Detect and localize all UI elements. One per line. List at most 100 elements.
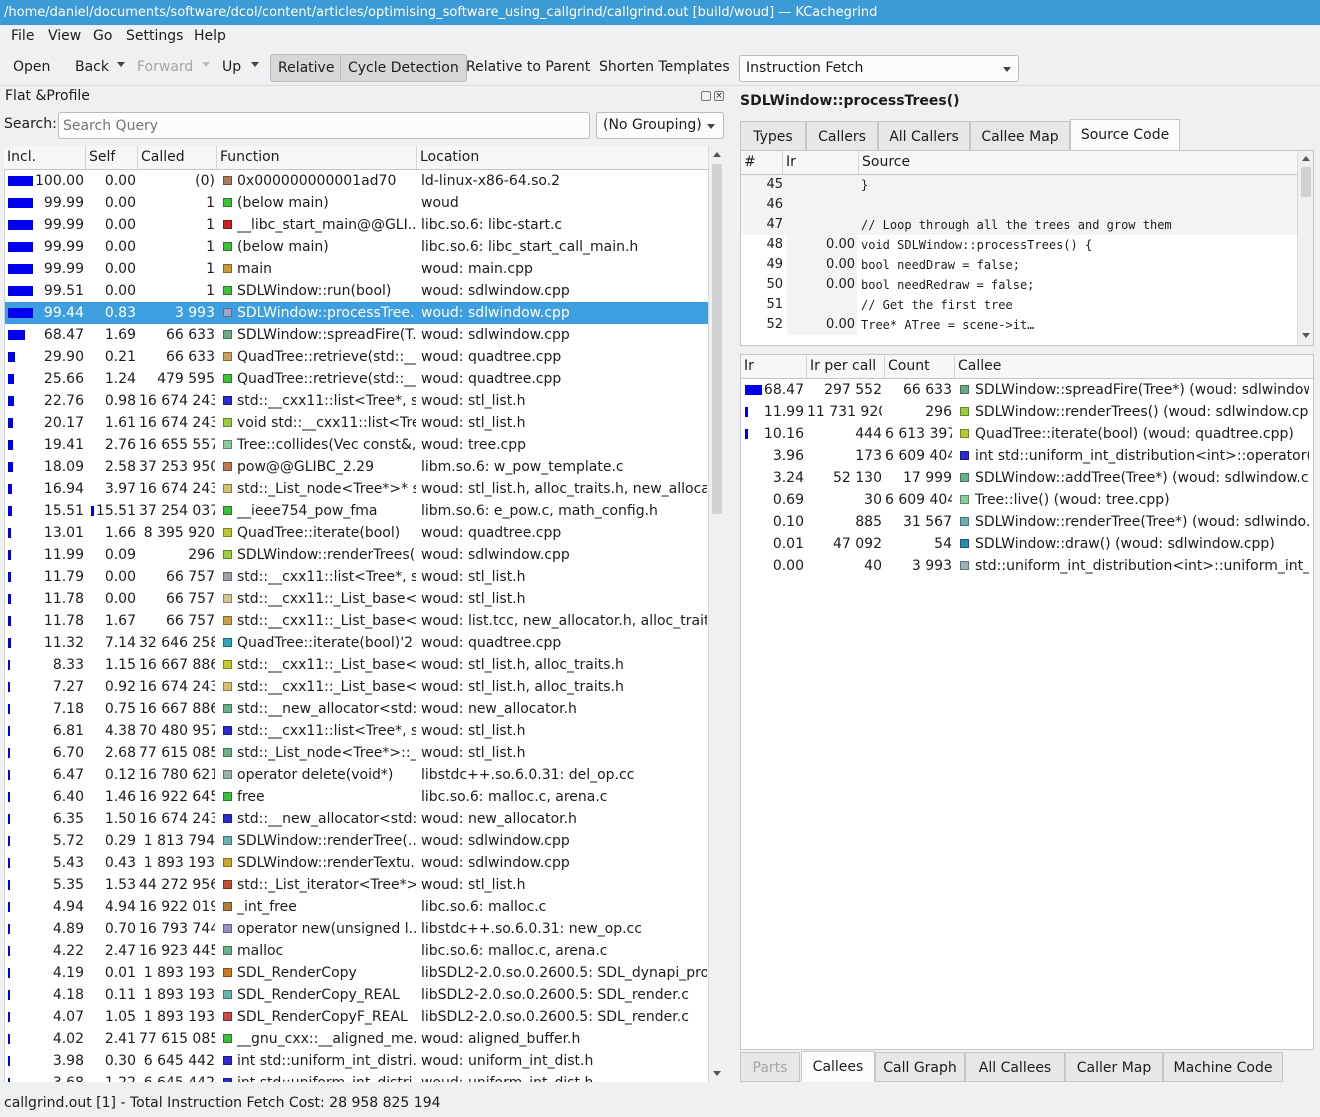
shorten-templates-toggle[interactable]: Shorten Templates: [595, 54, 734, 82]
table-row[interactable]: 6.81 4.38 70 480 957 std::__cxx11::list<Tre…: [5, 720, 708, 742]
callee-row[interactable]: 0.01 47 092 54 SDLWindow::draw() (woud: sdl…: [741, 533, 1313, 555]
up-button[interactable]: Up: [218, 54, 245, 82]
callee-row[interactable]: 3.24 52 130 17 999 SDLWindow::addTree(Tree*…: [741, 467, 1313, 489]
col-self[interactable]: Self: [86, 146, 138, 169]
col-ir[interactable]: Ir: [741, 355, 807, 378]
table-row[interactable]: 4.18 0.11 1 893 193 SDL_RenderCopy_REAL libS…: [5, 984, 708, 1006]
col-ir[interactable]: Ir: [783, 151, 859, 174]
source-line[interactable]: 45}: [741, 175, 1297, 195]
open-button[interactable]: Open: [9, 54, 54, 82]
table-row[interactable]: 7.27 0.92 16 674 243 std::__cxx11::_List_ba…: [5, 676, 708, 698]
tab-caller-map[interactable]: Caller Map: [1065, 1052, 1163, 1082]
up-dropdown-icon[interactable]: [251, 62, 259, 67]
table-row[interactable]: 99.99 0.00 1 __libc_start_main@@GLI... libc.…: [5, 214, 708, 236]
tab-callers[interactable]: Callers: [806, 121, 878, 151]
tab-types[interactable]: Types: [740, 121, 806, 151]
table-row[interactable]: 3.681.226 645 442 int std::uniform_int_di…: [5, 1072, 708, 1082]
table-row[interactable]: 11.78 1.67 66 757 std::__cxx11::_List_base<…: [5, 610, 708, 632]
col-function[interactable]: Function: [217, 146, 417, 169]
table-row[interactable]: 22.76 0.98 16 674 243 std::__cxx11::list<Tr…: [5, 390, 708, 412]
table-row[interactable]: 4.89 0.70 16 793 744 operator new(unsigned …: [5, 918, 708, 940]
event-type-select[interactable]: Instruction Fetch: [739, 55, 1019, 82]
table-row[interactable]: 99.44 0.83 3 993 SDLWindow::processTree... w…: [5, 302, 708, 324]
table-row[interactable]: 13.01 1.66 8 395 920 QuadTree::iterate(bool…: [5, 522, 708, 544]
table-row[interactable]: 25.66 1.24 479 595 QuadTree::retrieve(std::…: [5, 368, 708, 390]
table-row[interactable]: 4.02 2.41 77 615 085 __gnu_cxx::__aligned_m…: [5, 1028, 708, 1050]
callee-row[interactable]: 68.47 297 552 66 633 SDLWindow::spreadFire(…: [741, 379, 1313, 401]
source-line[interactable]: 51 // Get the first tree: [741, 295, 1297, 315]
tab-all-callees[interactable]: All Callees: [965, 1052, 1065, 1082]
tab-callee-map[interactable]: Callee Map: [970, 121, 1070, 151]
table-row[interactable]: 4.07 1.05 1 893 193 SDL_RenderCopyF_REAL lib…: [5, 1006, 708, 1028]
scroll-down-icon[interactable]: [1302, 333, 1310, 338]
table-row[interactable]: 4.19 0.01 1 893 193 SDL_RenderCopy libSDL2-2…: [5, 962, 708, 984]
callee-row[interactable]: 10.16 444 6 613 397 QuadTree::iterate(bool)…: [741, 423, 1313, 445]
back-button[interactable]: Back: [71, 54, 113, 82]
menu-view[interactable]: View: [48, 28, 81, 44]
callee-row[interactable]: 11.99 11 731 920 296 SDLWindow::renderTrees…: [741, 401, 1313, 423]
col-incl[interactable]: Incl.: [4, 146, 86, 169]
table-row[interactable]: 18.09 2.58 37 253 950 pow@@GLIBC_2.29 libm.s…: [5, 456, 708, 478]
table-row[interactable]: 16.94 3.97 16 674 243 std::_List_node<Tree*…: [5, 478, 708, 500]
table-row[interactable]: 6.35 1.50 16 674 243 std::__new_allocator<s…: [5, 808, 708, 830]
float-panel-icon[interactable]: [701, 91, 711, 101]
menu-go[interactable]: Go: [93, 28, 112, 44]
table-row[interactable]: 20.17 1.61 16 674 243 void std::__cxx11::li…: [5, 412, 708, 434]
scroll-up-icon[interactable]: [713, 152, 721, 157]
table-row[interactable]: 19.41 2.76 16 655 557 Tree::collides(Vec co…: [5, 434, 708, 456]
table-row[interactable]: 99.99 0.00 1 main woud: main.cpp: [5, 258, 708, 280]
table-row[interactable]: 5.72 0.29 1 813 794 SDLWindow::renderTree(.…: [5, 830, 708, 852]
table-row[interactable]: 8.33 1.15 16 667 886 std::__cxx11::_List_ba…: [5, 654, 708, 676]
relative-toggle[interactable]: Relative: [270, 54, 343, 82]
table-row[interactable]: 68.47 1.69 66 633 SDLWindow::spreadFire(T..…: [5, 324, 708, 346]
source-line[interactable]: 52 0.00 Tree* ATree = scene->it…: [741, 315, 1297, 335]
source-scrollbar[interactable]: [1297, 151, 1313, 345]
table-row[interactable]: 4.22 2.47 16 923 445 malloc libc.so.6: mallo…: [5, 940, 708, 962]
relative-to-parent-toggle[interactable]: Relative to Parent: [462, 54, 594, 82]
tab-machine-code[interactable]: Machine Code: [1163, 1052, 1283, 1082]
table-row[interactable]: 99.99 0.00 1 (below main) woud: [5, 192, 708, 214]
source-line[interactable]: 46: [741, 195, 1297, 215]
col-location[interactable]: Location: [417, 146, 708, 169]
search-input[interactable]: [58, 112, 590, 139]
scroll-down-icon[interactable]: [713, 1071, 721, 1076]
col-ir-per-call[interactable]: Ir per call: [807, 355, 885, 378]
source-line[interactable]: 50 0.00 bool needRedraw = false;: [741, 275, 1297, 295]
tab-source-code[interactable]: Source Code: [1070, 119, 1180, 151]
tab-call-graph[interactable]: Call Graph: [875, 1052, 965, 1082]
table-row[interactable]: 6.70 2.68 77 615 085 std::_List_node<Tree*>…: [5, 742, 708, 764]
table-row[interactable]: 100.00 0.00 (0) 0x000000000001ad70 ld-linux-…: [5, 170, 708, 192]
table-row[interactable]: 11.99 0.09 296 SDLWindow::renderTrees() woud…: [5, 544, 708, 566]
table-row[interactable]: 11.79 0.00 66 757 std::__cxx11::list<Tree*,…: [5, 566, 708, 588]
col-called[interactable]: Called: [138, 146, 217, 169]
grouping-select[interactable]: (No Grouping): [596, 112, 724, 139]
scrollbar-thumb[interactable]: [1301, 167, 1311, 197]
col-count[interactable]: Count: [885, 355, 955, 378]
scroll-up-icon[interactable]: [1302, 156, 1310, 161]
flat-profile-scrollbar[interactable]: [708, 146, 724, 1082]
scrollbar-thumb[interactable]: [712, 164, 722, 514]
callee-row[interactable]: 0.69 30 6 609 404 Tree::live() (woud: tree.…: [741, 489, 1313, 511]
back-dropdown-icon[interactable]: [117, 62, 125, 67]
table-row[interactable]: 5.43 0.43 1 893 193 SDLWindow::renderTextu.…: [5, 852, 708, 874]
table-row[interactable]: 6.40 1.46 16 922 645 free libc.so.6: malloc.…: [5, 786, 708, 808]
table-row[interactable]: 11.78 0.00 66 757 std::__cxx11::_List_base<…: [5, 588, 708, 610]
menu-settings[interactable]: Settings: [126, 28, 183, 44]
menu-help[interactable]: Help: [194, 28, 226, 44]
cycle-detection-toggle[interactable]: Cycle Detection: [340, 54, 467, 82]
table-row[interactable]: 5.35 1.53 44 272 956 std::_List_iterator<Tr…: [5, 874, 708, 896]
forward-button[interactable]: Forward: [133, 54, 197, 82]
callee-row[interactable]: 0.00 40 3 993 std::uniform_int_distribution…: [741, 555, 1313, 577]
table-row[interactable]: 7.18 0.75 16 667 886 std::__new_allocator<s…: [5, 698, 708, 720]
table-row[interactable]: 11.32 7.14 32 646 258 QuadTree::iterate(boo…: [5, 632, 708, 654]
table-row[interactable]: 29.90 0.21 66 633 QuadTree::retrieve(std::_…: [5, 346, 708, 368]
source-line[interactable]: 47 // Loop through all the trees and grow…: [741, 215, 1297, 235]
table-row[interactable]: 99.51 0.00 1 SDLWindow::run(bool) woud: sdlw…: [5, 280, 708, 302]
forward-dropdown-icon[interactable]: [202, 62, 210, 67]
col-callee[interactable]: Callee: [955, 355, 1313, 378]
callee-row[interactable]: 3.96 173 6 609 404 int std::uniform_int_dis…: [741, 445, 1313, 467]
col-source[interactable]: Source: [859, 151, 1297, 174]
source-line[interactable]: 49 0.00 bool needDraw = false;: [741, 255, 1297, 275]
tab-callees[interactable]: Callees: [801, 1051, 875, 1082]
close-panel-icon[interactable]: ×: [714, 91, 724, 101]
